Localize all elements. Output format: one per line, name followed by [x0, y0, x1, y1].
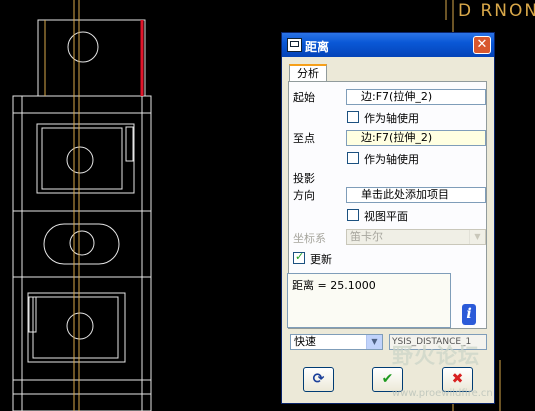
- dialog-title: 距离: [305, 40, 330, 54]
- background-title-text: D RNON: [458, 1, 535, 21]
- start-axis-checkbox[interactable]: [347, 111, 359, 123]
- update-label: 更新: [310, 253, 332, 266]
- upper-block: [37, 19, 146, 97]
- end-label: 至点: [293, 132, 315, 145]
- watermark-url: www.proewildfire.cn: [392, 388, 493, 399]
- coord-system-label: 坐标系: [293, 232, 326, 245]
- repeat-icon: ⟳: [312, 371, 325, 387]
- projection-label: 投影: [293, 172, 315, 185]
- end-reference-field[interactable]: 边:F7(拉伸_2): [346, 130, 486, 146]
- update-checkbox[interactable]: [293, 250, 305, 264]
- info-icon[interactable]: i: [462, 304, 476, 325]
- repeat-button[interactable]: ⟳: [303, 367, 334, 392]
- end-axis-checkbox[interactable]: [347, 152, 359, 164]
- watermark-text: 野火论坛: [392, 344, 480, 368]
- start-reference-field[interactable]: 边:F7(拉伸_2): [346, 89, 486, 105]
- result-box: 距离 = 25.1000: [287, 273, 451, 328]
- cancel-icon: ✖: [451, 371, 464, 387]
- direction-label: 方向: [293, 189, 315, 202]
- mode-select[interactable]: 快速 ▼: [290, 334, 383, 350]
- tab-analysis[interactable]: 分析: [289, 64, 327, 82]
- mode-value: 快速: [294, 335, 316, 348]
- upper-window-hole: [66, 146, 94, 174]
- result-text: 距离 = 25.1000: [292, 279, 376, 292]
- main-body: [12, 95, 152, 411]
- lower-window-hole: [66, 312, 94, 340]
- start-label: 起始: [293, 91, 315, 104]
- close-icon[interactable]: ✕: [473, 36, 491, 54]
- chevron-down-icon: ▼: [469, 230, 485, 244]
- direction-field[interactable]: 单击此处添加项目: [346, 187, 486, 203]
- lower-window: [27, 292, 126, 363]
- window-icon: [287, 38, 302, 52]
- center-slot: [43, 223, 120, 265]
- chevron-down-icon: ▼: [366, 335, 382, 349]
- upper-hole: [67, 31, 99, 63]
- view-plane-checkbox[interactable]: [347, 209, 359, 221]
- upper-window: [36, 123, 135, 194]
- check-icon: ✔: [381, 371, 394, 387]
- dialog-titlebar[interactable]: 距离 ✕: [282, 33, 494, 57]
- coord-system-select[interactable]: 笛卡尔 ▼: [346, 229, 486, 245]
- coord-system-value: 笛卡尔: [350, 230, 383, 243]
- start-axis-label: 作为轴使用: [364, 112, 419, 125]
- end-axis-label: 作为轴使用: [364, 153, 419, 166]
- view-plane-label: 视图平面: [364, 210, 408, 223]
